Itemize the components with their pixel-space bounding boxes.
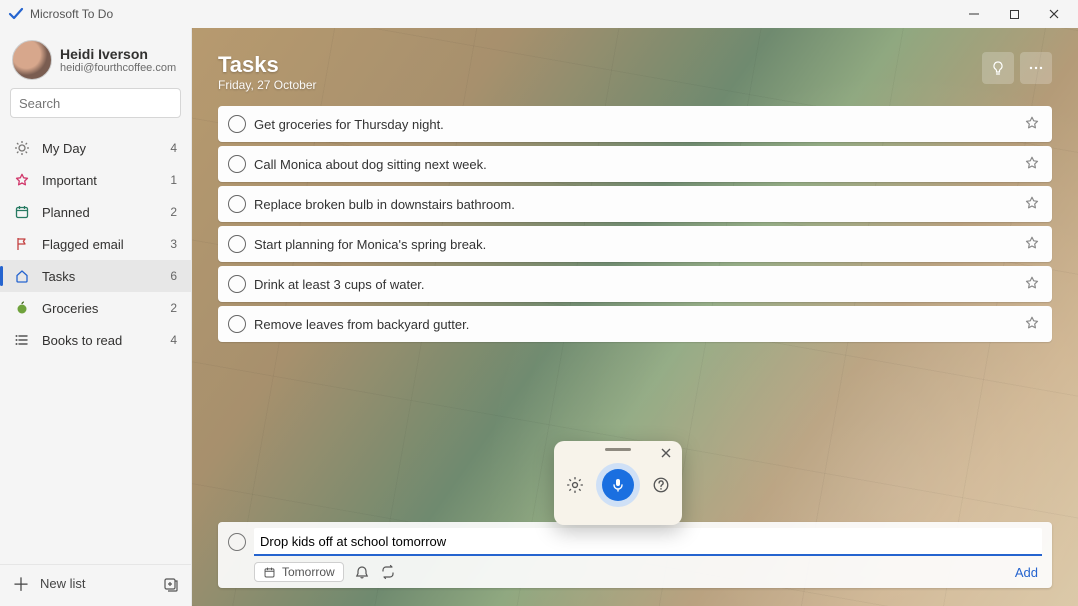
profile-name: Heidi Iverson (60, 46, 176, 62)
sidebar-item-label: Planned (42, 205, 158, 220)
task-row[interactable]: Call Monica about dog sitting next week. (218, 146, 1052, 182)
star-icon[interactable] (1024, 155, 1042, 173)
add-button[interactable]: Add (1015, 565, 1042, 580)
sidebar-item-important[interactable]: Important 1 (0, 164, 191, 196)
repeat-icon[interactable] (380, 564, 396, 580)
profile-email: heidi@fourthcoffee.com (60, 62, 176, 74)
voice-dictation-popup (554, 441, 682, 525)
new-group-icon[interactable] (163, 576, 179, 592)
list-options-button[interactable] (1020, 52, 1052, 84)
suggestions-button[interactable] (982, 52, 1014, 84)
window-maximize-button[interactable] (994, 0, 1034, 28)
task-checkbox[interactable] (228, 235, 246, 253)
sidebar-item-flagged-email[interactable]: Flagged email 3 (0, 228, 191, 260)
mic-button[interactable] (596, 463, 640, 507)
task-list: Get groceries for Thursday night. Call M… (218, 106, 1052, 342)
sidebar-item-count: 3 (170, 237, 177, 251)
star-icon[interactable] (1024, 235, 1042, 253)
avatar (12, 40, 52, 80)
due-date-chip-label: Tomorrow (282, 565, 335, 579)
task-title: Replace broken bulb in downstairs bathro… (254, 197, 1016, 212)
due-date-chip[interactable]: Tomorrow (254, 562, 344, 582)
star-icon[interactable] (1024, 315, 1042, 333)
profile-block[interactable]: Heidi Iverson heidi@fourthcoffee.com (0, 36, 191, 88)
sidebar-item-tasks[interactable]: Tasks 6 (0, 260, 191, 292)
sidebar-item-count: 4 (170, 333, 177, 347)
calendar-icon (14, 204, 30, 220)
task-checkbox[interactable] (228, 195, 246, 213)
star-icon[interactable] (1024, 275, 1042, 293)
task-title: Remove leaves from backyard gutter. (254, 317, 1016, 332)
sidebar-item-planned[interactable]: Planned 2 (0, 196, 191, 228)
sidebar-item-groceries[interactable]: Groceries 2 (0, 292, 191, 324)
add-task-bar: Tomorrow Add (218, 522, 1052, 588)
task-row[interactable]: Replace broken bulb in downstairs bathro… (218, 186, 1052, 222)
star-icon[interactable] (1024, 195, 1042, 213)
add-task-checkbox[interactable] (228, 533, 246, 551)
task-title: Get groceries for Thursday night. (254, 117, 1016, 132)
sidebar-item-label: My Day (42, 141, 158, 156)
sidebar-item-label: Groceries (42, 301, 158, 316)
task-title: Drink at least 3 cups of water. (254, 277, 1016, 292)
app-title: Microsoft To Do (30, 7, 113, 21)
sidebar-item-label: Important (42, 173, 158, 188)
star-icon (14, 172, 30, 188)
help-icon[interactable] (652, 476, 670, 494)
grocery-icon (14, 300, 30, 316)
task-row[interactable]: Start planning for Monica's spring break… (218, 226, 1052, 262)
plus-icon[interactable]: ＋ (12, 571, 30, 597)
sidebar-item-my-day[interactable]: My Day 4 (0, 132, 191, 164)
gear-icon[interactable] (566, 476, 584, 494)
task-title: Call Monica about dog sitting next week. (254, 157, 1016, 172)
sidebar-item-count: 6 (170, 269, 177, 283)
task-checkbox[interactable] (228, 155, 246, 173)
close-icon[interactable] (660, 447, 674, 461)
sidebar-nav: My Day 4 Important 1 Planned 2 Flagged e… (0, 128, 191, 564)
reminder-icon[interactable] (354, 564, 370, 580)
add-task-input[interactable] (254, 528, 1042, 556)
window-close-button[interactable] (1034, 0, 1074, 28)
home-icon (14, 268, 30, 284)
task-checkbox[interactable] (228, 275, 246, 293)
task-title: Start planning for Monica's spring break… (254, 237, 1016, 252)
window-minimize-button[interactable] (954, 0, 994, 28)
app-logo-icon (8, 6, 24, 22)
list-icon (14, 332, 30, 348)
sidebar-item-count: 4 (170, 141, 177, 155)
sidebar-item-label: Flagged email (42, 237, 158, 252)
search-box[interactable] (10, 88, 181, 118)
sidebar-item-label: Books to read (42, 333, 158, 348)
page-title: Tasks (218, 52, 316, 78)
task-row[interactable]: Drink at least 3 cups of water. (218, 266, 1052, 302)
sidebar-item-count: 2 (170, 301, 177, 315)
search-input[interactable] (19, 96, 195, 111)
flag-icon (14, 236, 30, 252)
task-row[interactable]: Get groceries for Thursday night. (218, 106, 1052, 142)
task-checkbox[interactable] (228, 315, 246, 333)
sidebar-item-count: 1 (170, 173, 177, 187)
task-row[interactable]: Remove leaves from backyard gutter. (218, 306, 1052, 342)
sidebar: Heidi Iverson heidi@fourthcoffee.com My … (0, 28, 192, 606)
new-list-button[interactable]: New list (40, 576, 153, 591)
star-icon[interactable] (1024, 115, 1042, 133)
sidebar-item-count: 2 (170, 205, 177, 219)
sidebar-item-label: Tasks (42, 269, 158, 284)
main-panel: Tasks Friday, 27 October Get groceries f… (192, 28, 1078, 606)
sidebar-item-books-to-read[interactable]: Books to read 4 (0, 324, 191, 356)
sun-icon (14, 140, 30, 156)
page-date: Friday, 27 October (218, 78, 316, 92)
task-checkbox[interactable] (228, 115, 246, 133)
